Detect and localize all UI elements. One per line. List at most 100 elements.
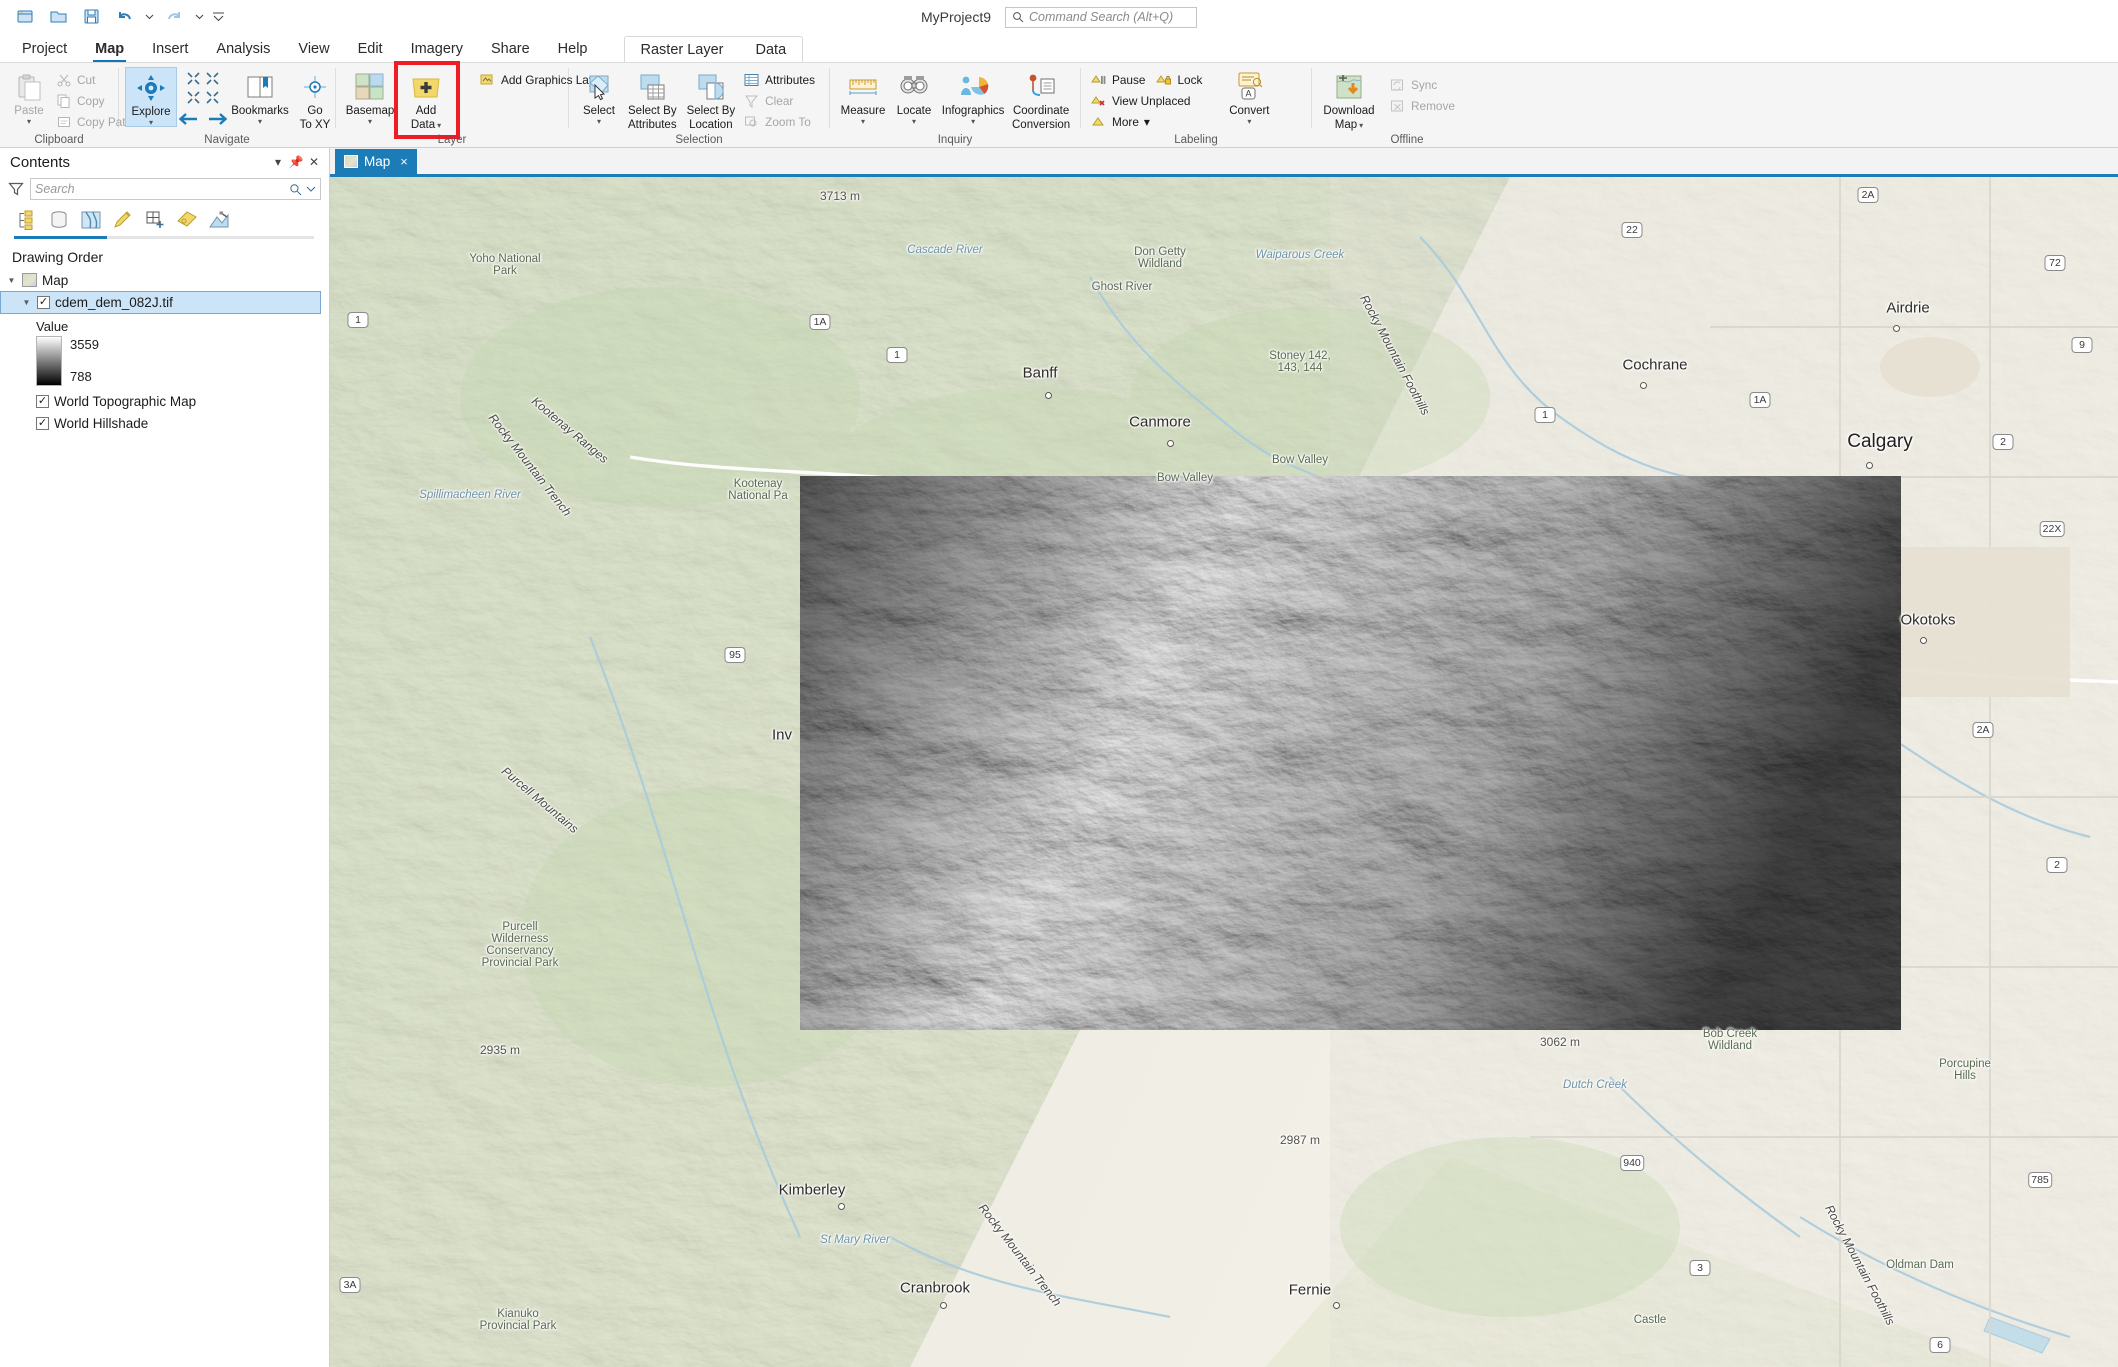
paste-button[interactable]: Paste ▾ xyxy=(6,67,52,126)
locate-dropdown-icon[interactable]: ▾ xyxy=(912,118,916,126)
pause-labeling-button[interactable]: Pause xyxy=(1087,69,1152,90)
bookmarks-button[interactable]: Bookmarks ▾ xyxy=(229,67,291,126)
list-by-labeling-icon[interactable] xyxy=(172,207,202,233)
list-by-snapping-icon[interactable] xyxy=(140,207,170,233)
list-by-editing-icon[interactable] xyxy=(108,207,138,233)
clear-label: Clear xyxy=(765,93,794,108)
layer-checkbox[interactable]: ✓ xyxy=(36,416,49,430)
convert-dropdown-icon[interactable]: ▾ xyxy=(1247,118,1251,126)
search-icon[interactable] xyxy=(289,183,302,196)
new-project-icon[interactable] xyxy=(10,4,40,30)
expand-arrow-icon[interactable]: ▼ xyxy=(6,276,17,285)
next-extent-icon-sm[interactable] xyxy=(205,90,220,105)
measure-button[interactable]: Measure ▾ xyxy=(836,67,890,126)
view-tab-map[interactable]: Map × xyxy=(335,149,417,174)
basemap-dropdown-icon[interactable]: ▾ xyxy=(368,118,372,126)
infographics-button[interactable]: Infographics ▾ xyxy=(938,67,1008,126)
remove-offline-button[interactable]: Remove xyxy=(1386,95,1462,116)
search-dropdown-icon[interactable] xyxy=(306,184,316,194)
select-button[interactable]: Select ▾ xyxy=(575,67,623,126)
tree-node-map[interactable]: ▼ Map xyxy=(0,269,329,291)
close-tab-icon[interactable]: × xyxy=(400,154,408,169)
infographics-dropdown-icon[interactable]: ▾ xyxy=(971,118,975,126)
redo-icon[interactable] xyxy=(159,4,189,30)
save-project-icon[interactable] xyxy=(76,4,106,30)
ribbon-group-navigate: Explore ▾ Bookmarks ▾ Go To XY Navigate xyxy=(119,63,335,147)
select-dropdown-icon[interactable]: ▾ xyxy=(597,118,601,126)
filter-icon[interactable] xyxy=(8,181,24,197)
undo-icon[interactable] xyxy=(109,4,139,30)
measure-dropdown-icon[interactable]: ▾ xyxy=(861,118,865,126)
open-project-icon[interactable] xyxy=(43,4,73,30)
layer-item-world-hillshade[interactable]: ✓ World Hillshade xyxy=(0,412,329,434)
route-shield: 72 xyxy=(2044,255,2066,271)
close-icon[interactable]: ✕ xyxy=(305,155,323,169)
list-by-selection-icon[interactable] xyxy=(76,207,106,233)
select-by-location-button[interactable]: Select By Location xyxy=(682,67,741,132)
coordinate-conversion-button[interactable]: Coordinate Conversion xyxy=(1008,67,1074,132)
pin-icon[interactable]: 📌 xyxy=(287,155,305,169)
map-label: Bob Creek Wildland xyxy=(1702,1028,1758,1052)
tab-help[interactable]: Help xyxy=(544,37,602,62)
layer-item-world-topographic-map[interactable]: ✓ World Topographic Map xyxy=(0,390,329,412)
more-dropdown-icon[interactable]: ▾ xyxy=(1144,115,1150,129)
lock-labels-button[interactable]: Lock xyxy=(1152,69,1209,90)
attributes-button[interactable]: Attributes xyxy=(740,69,822,90)
basemap-button[interactable]: Basemap ▾ xyxy=(342,67,398,126)
search-input[interactable]: Search xyxy=(30,178,321,200)
list-by-diagram-icon[interactable] xyxy=(204,207,234,233)
layer-item-cdem[interactable]: ▼ ✓ cdem_dem_082J.tif xyxy=(0,291,321,314)
tab-raster-layer[interactable]: Raster Layer xyxy=(625,39,740,62)
add-data-button[interactable]: Add Data ▾ xyxy=(400,67,452,132)
copy-label: Copy xyxy=(77,93,105,108)
more-labeling-button[interactable]: More ▾ xyxy=(1087,111,1209,132)
convert-labels-button[interactable]: A Convert ▾ xyxy=(1221,67,1277,126)
previous-extent-icon[interactable] xyxy=(177,111,199,127)
layer-checkbox[interactable]: ✓ xyxy=(37,296,50,309)
quick-access-toolbar: MyProject9 Command Search (Alt+Q) xyxy=(0,0,2118,34)
next-extent-icon[interactable] xyxy=(207,111,229,127)
paste-dropdown-icon[interactable]: ▾ xyxy=(27,118,31,126)
explore-dropdown-icon[interactable]: ▾ xyxy=(149,119,153,127)
redo-dropdown-icon[interactable] xyxy=(192,4,206,30)
map-label: Rocky Mountain Foothills xyxy=(1357,292,1433,418)
download-map-button[interactable]: Download Map ▾ xyxy=(1318,67,1380,132)
convert-icon: A xyxy=(1233,70,1265,104)
tab-data[interactable]: Data xyxy=(740,39,803,62)
customize-qat-icon[interactable] xyxy=(209,4,227,30)
expand-arrow-icon[interactable]: ▼ xyxy=(21,298,32,307)
fixed-zoom-out-icon[interactable] xyxy=(205,71,220,86)
lock-icon xyxy=(1155,72,1172,88)
tab-imagery[interactable]: Imagery xyxy=(397,37,477,62)
coordinate-conversion-label-2: Conversion xyxy=(1012,119,1071,132)
undo-dropdown-icon[interactable] xyxy=(142,4,156,30)
list-by-data-source-icon[interactable] xyxy=(44,207,74,233)
previous-extent-icon-sm[interactable] xyxy=(186,90,201,105)
add-data-dropdown-icon[interactable]: ▾ xyxy=(437,121,441,129)
tab-view[interactable]: View xyxy=(284,37,343,62)
list-by-drawing-order-icon[interactable] xyxy=(12,207,42,233)
select-by-attributes-button[interactable]: Select By Attributes xyxy=(623,67,682,132)
layer-checkbox[interactable]: ✓ xyxy=(36,394,49,408)
tab-insert[interactable]: Insert xyxy=(138,37,202,62)
command-search-input[interactable]: Command Search (Alt+Q) xyxy=(1005,6,1198,28)
download-map-dropdown-icon[interactable]: ▾ xyxy=(1359,121,1363,129)
tab-share[interactable]: Share xyxy=(477,37,544,62)
fixed-zoom-in-icon[interactable] xyxy=(186,71,201,86)
tab-map[interactable]: Map xyxy=(81,37,138,62)
map-label: Bow Valley xyxy=(1156,472,1214,484)
view-unplaced-labels-button[interactable]: View Unplaced xyxy=(1087,90,1209,111)
route-shield: 2A xyxy=(1857,187,1879,203)
tab-project[interactable]: Project xyxy=(8,37,81,62)
sync-button[interactable]: Sync xyxy=(1386,74,1462,95)
bookmarks-dropdown-icon[interactable]: ▾ xyxy=(258,118,262,126)
go-to-xy-button[interactable]: Go To XY xyxy=(291,67,339,132)
map-canvas-frame[interactable]: Yoho National Park Don Getty Wildland Ghost … xyxy=(330,174,2118,1367)
clear-selection-button[interactable]: Clear xyxy=(740,90,822,111)
explore-button[interactable]: Explore ▾ xyxy=(125,67,177,128)
contents-menu-icon[interactable]: ▾ xyxy=(269,155,287,169)
tab-edit[interactable]: Edit xyxy=(344,37,397,62)
locate-button[interactable]: Locate ▾ xyxy=(890,67,938,126)
zoom-to-selection-button[interactable]: Zoom To xyxy=(740,111,822,132)
tab-analysis[interactable]: Analysis xyxy=(202,37,284,62)
